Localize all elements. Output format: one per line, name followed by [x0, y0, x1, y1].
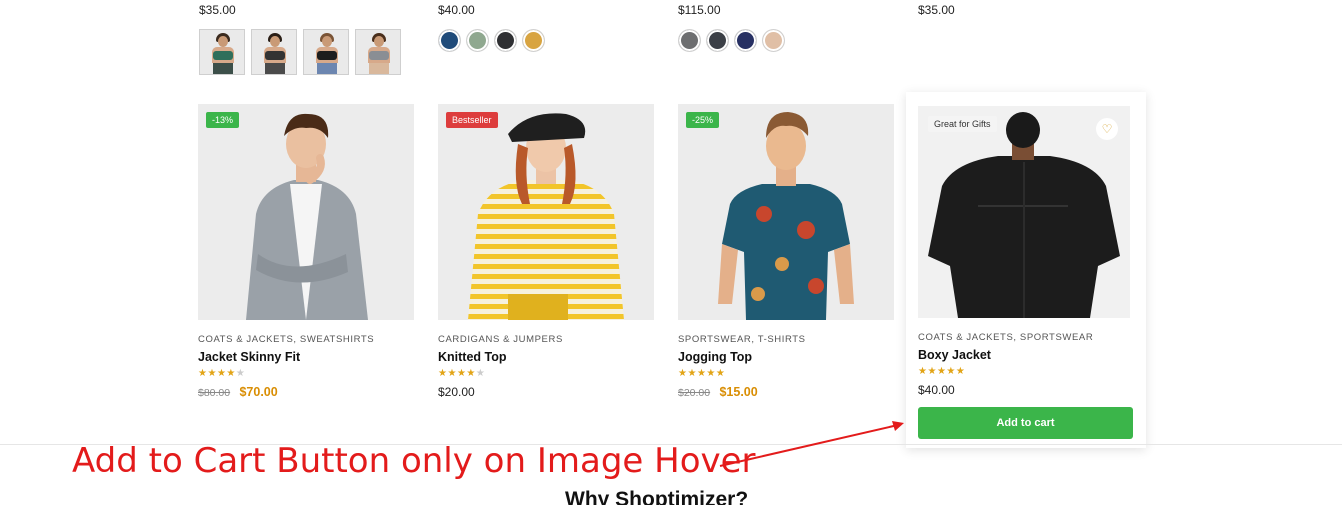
discount-badge: -13% — [206, 112, 240, 128]
product-price-top-3: $115.00 — [678, 3, 721, 17]
variation-thumbnails — [199, 29, 401, 75]
product-title[interactable]: Jogging Top — [678, 350, 894, 364]
product-image[interactable]: Bestseller — [438, 104, 654, 320]
product-price: $20.00 — [438, 385, 654, 399]
variation-thumbnail[interactable] — [251, 29, 297, 75]
variation-thumbnail[interactable] — [199, 29, 245, 75]
product-image[interactable]: -25% — [678, 104, 894, 320]
old-price: $20.00 — [678, 387, 711, 399]
color-swatches-a — [438, 29, 545, 52]
color-swatch[interactable] — [706, 29, 729, 52]
category-link[interactable]: CARDIGANS & JUMPERS — [438, 334, 563, 345]
star-filled-icon: ★ — [207, 368, 217, 379]
category-link[interactable]: COATS & JACKETS — [198, 334, 293, 345]
color-swatch[interactable] — [762, 29, 785, 52]
sale-price: $15.00 — [719, 385, 758, 399]
star-filled-icon: ★ — [936, 366, 947, 377]
add-to-cart-button[interactable]: Add to cart — [918, 407, 1133, 439]
product-card-boxy-jacket: Great for Gifts ♡ COATS & JACKETS, SPORT… — [906, 92, 1146, 448]
star-filled-icon: ★ — [955, 366, 966, 377]
color-swatch[interactable] — [438, 29, 461, 52]
sale-price: $70.00 — [239, 385, 278, 399]
product-photo-man-black-jacket-back — [918, 106, 1130, 318]
product-price: $80.00 $70.00 — [198, 385, 414, 399]
color-swatch[interactable] — [522, 29, 545, 52]
category-link[interactable]: SPORTSWEAR — [1020, 332, 1093, 343]
category-link[interactable]: SPORTSWEAR — [678, 334, 751, 345]
star-empty-icon: ★ — [475, 368, 486, 379]
star-filled-icon: ★ — [216, 368, 227, 379]
star-rating: ★★★★★ — [918, 366, 1134, 378]
regular-price: $40.00 — [918, 383, 955, 397]
product-card-knitted-top: Bestseller CARDIGANS & JUMPERS Knitted T… — [438, 104, 654, 399]
star-filled-icon: ★ — [226, 368, 236, 379]
star-rating: ★★★★★ — [678, 368, 894, 380]
product-image[interactable]: -13% — [198, 104, 414, 320]
color-swatches-b — [678, 29, 785, 52]
product-price: $20.00 $15.00 — [678, 385, 894, 399]
star-filled-icon: ★ — [946, 366, 956, 377]
product-card-jacket-skinny-fit: -13% COATS & JACKETS, SWEATSHIRTS Jacket… — [198, 104, 414, 399]
regular-price: $20.00 — [438, 385, 475, 399]
product-title[interactable]: Knitted Top — [438, 350, 654, 364]
product-photo-man-floral-tshirt — [678, 104, 894, 320]
category-link[interactable]: COATS & JACKETS — [918, 332, 1013, 343]
gift-badge: Great for Gifts — [928, 116, 997, 132]
star-filled-icon: ★ — [715, 368, 726, 379]
product-price: $40.00 — [918, 383, 1134, 397]
variation-thumbnail[interactable] — [355, 29, 401, 75]
product-title[interactable]: Jacket Skinny Fit — [198, 350, 414, 364]
product-categories: COATS & JACKETS, SWEATSHIRTS — [198, 334, 375, 345]
star-filled-icon: ★ — [456, 368, 467, 379]
star-filled-icon: ★ — [927, 366, 937, 377]
section-heading: Why Shoptimizer? — [565, 488, 749, 505]
product-categories: CARDIGANS & JUMPERS — [438, 334, 654, 345]
product-image[interactable]: Great for Gifts ♡ — [918, 106, 1130, 318]
category-link[interactable]: SWEATSHIRTS — [300, 334, 374, 345]
product-categories: COATS & JACKETS, SPORTSWEAR — [918, 332, 1094, 343]
star-empty-icon: ★ — [235, 368, 246, 379]
product-price-top-4: $35.00 — [918, 3, 955, 17]
color-swatch[interactable] — [466, 29, 489, 52]
color-swatch[interactable] — [678, 29, 701, 52]
product-photo-woman-striped-top — [438, 104, 654, 320]
star-filled-icon: ★ — [466, 368, 476, 379]
old-price: $80.00 — [198, 387, 231, 399]
product-card-jogging-top: -25% SPORTSWEAR, T-SHIRTS Jogging Top ★★… — [678, 104, 894, 399]
product-categories: SPORTSWEAR, T-SHIRTS — [678, 334, 806, 345]
star-filled-icon: ★ — [706, 368, 716, 379]
annotation-text: Add to Cart Button only on Image Hover — [72, 441, 756, 481]
heart-icon[interactable]: ♡ — [1096, 118, 1118, 140]
star-rating: ★★★★★ — [198, 368, 414, 380]
star-filled-icon: ★ — [447, 368, 457, 379]
bestseller-badge: Bestseller — [446, 112, 498, 128]
discount-badge: -25% — [686, 112, 720, 128]
star-rating: ★★★★★ — [438, 368, 654, 380]
product-title[interactable]: Boxy Jacket — [918, 348, 1134, 362]
star-filled-icon: ★ — [696, 368, 707, 379]
color-swatch[interactable] — [734, 29, 757, 52]
product-price-top-1: $35.00 — [199, 3, 236, 17]
product-photo-man-grey-blazer — [198, 104, 414, 320]
category-link[interactable]: T-SHIRTS — [758, 334, 806, 345]
variation-thumbnail[interactable] — [303, 29, 349, 75]
color-swatch[interactable] — [494, 29, 517, 52]
product-price-top-2: $40.00 — [438, 3, 475, 17]
star-filled-icon: ★ — [687, 368, 697, 379]
